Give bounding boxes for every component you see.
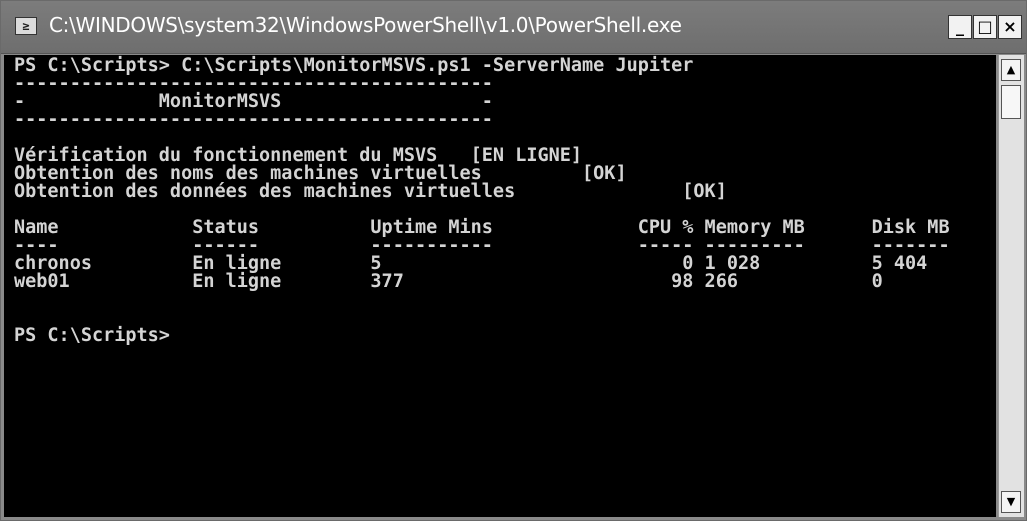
console-text: PS C:\Scripts> C:\Scripts\MonitorMSVS.ps… [4,55,996,345]
close-button[interactable]: × [998,15,1022,39]
powershell-window: ≥ C:\WINDOWS\system32\WindowsPowerShell\… [0,0,1027,521]
console-output[interactable]: PS C:\Scripts> C:\Scripts\MonitorMSVS.ps… [4,55,996,517]
vertical-scrollbar[interactable]: ▲ ▼ [998,55,1024,517]
title-bar[interactable]: ≥ C:\WINDOWS\system32\WindowsPowerShell\… [1,1,1026,54]
table-row: web01 En ligne 377 98 266 0 [14,271,883,292]
console-line: Obtention des données des machines virtu… [14,181,727,202]
window-title: C:\WINDOWS\system32\WindowsPowerShell\v1… [49,13,682,37]
scroll-up-arrow-icon[interactable]: ▲ [1001,59,1021,81]
minimize-button[interactable]: _ [948,15,972,39]
scroll-down-arrow-icon[interactable]: ▼ [1001,491,1021,513]
command-prompt[interactable]: PS C:\Scripts> [14,326,996,345]
scroll-thumb[interactable] [1001,85,1021,119]
maximize-button[interactable]: □ [973,15,997,39]
powershell-icon[interactable]: ≥ [15,17,37,35]
console-line: ----------------------------------------… [14,109,493,130]
